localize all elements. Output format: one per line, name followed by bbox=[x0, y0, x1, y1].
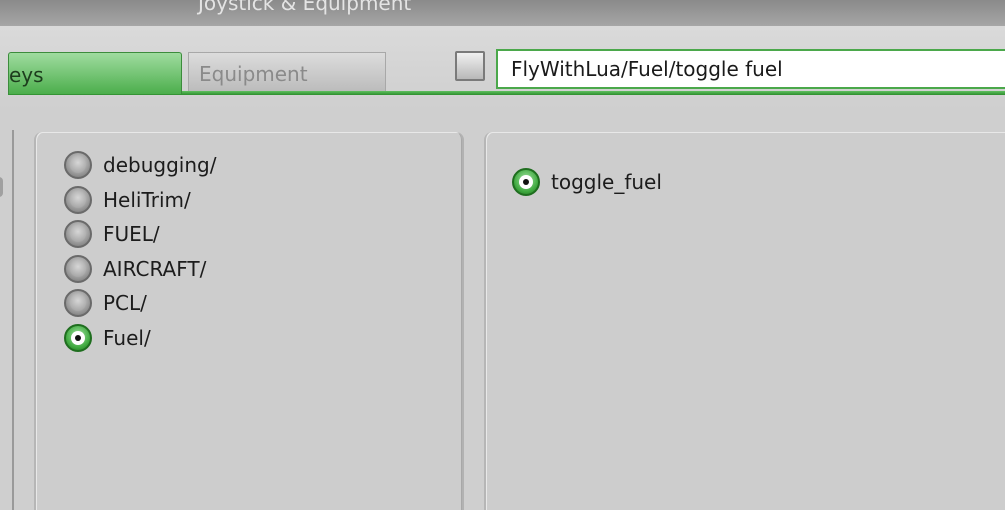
folder-item-fuel-upper[interactable]: FUEL/ bbox=[64, 217, 216, 252]
folder-label: FUEL/ bbox=[103, 222, 160, 247]
command-panel: toggle_fuel bbox=[484, 132, 1005, 510]
folder-panel: debugging/ HeliTrim/ FUEL/ AIRCRAFT/ PCL… bbox=[34, 132, 464, 510]
radio-button-selected[interactable] bbox=[512, 168, 540, 196]
radio-button[interactable] bbox=[64, 289, 92, 318]
folder-label: PCL/ bbox=[103, 291, 147, 316]
tab-equipment-label: Equipment bbox=[199, 62, 308, 86]
command-label: toggle_fuel bbox=[551, 170, 662, 194]
folder-list: debugging/ HeliTrim/ FUEL/ AIRCRAFT/ PCL… bbox=[64, 148, 216, 355]
tab-keys[interactable]: eys bbox=[8, 52, 182, 94]
radio-button[interactable] bbox=[64, 220, 92, 249]
folder-label: AIRCRAFT/ bbox=[103, 256, 207, 281]
search-toggle-checkbox[interactable] bbox=[455, 51, 485, 81]
folder-label: Fuel/ bbox=[103, 325, 151, 350]
radio-button[interactable] bbox=[64, 185, 92, 214]
folder-item-pcl[interactable]: PCL/ bbox=[64, 286, 216, 321]
joystick-equipment-window: Joystick & Equipment eys Equipment debug… bbox=[0, 0, 1005, 510]
folder-label: debugging/ bbox=[103, 153, 217, 178]
previous-panel-edge bbox=[0, 130, 14, 510]
folder-item-helitrim[interactable]: HeliTrim/ bbox=[64, 183, 216, 218]
content-area: debugging/ HeliTrim/ FUEL/ AIRCRAFT/ PCL… bbox=[0, 110, 1005, 510]
radio-button[interactable] bbox=[64, 254, 92, 283]
command-search-input[interactable] bbox=[496, 49, 1005, 89]
tab-keys-label: eys bbox=[9, 63, 44, 87]
radio-button-selected[interactable] bbox=[64, 323, 92, 352]
window-title: Joystick & Equipment bbox=[198, 0, 412, 15]
folder-item-aircraft[interactable]: AIRCRAFT/ bbox=[64, 252, 216, 287]
command-item-toggle-fuel[interactable]: toggle_fuel bbox=[512, 168, 662, 196]
radio-button[interactable] bbox=[64, 151, 92, 180]
tab-equipment[interactable]: Equipment bbox=[188, 52, 386, 91]
folder-item-debugging[interactable]: debugging/ bbox=[64, 148, 216, 183]
folder-label: HeliTrim/ bbox=[103, 187, 191, 212]
scroll-handle[interactable] bbox=[0, 177, 3, 197]
folder-item-fuel[interactable]: Fuel/ bbox=[64, 321, 216, 356]
title-bar[interactable]: Joystick & Equipment bbox=[0, 0, 1005, 26]
